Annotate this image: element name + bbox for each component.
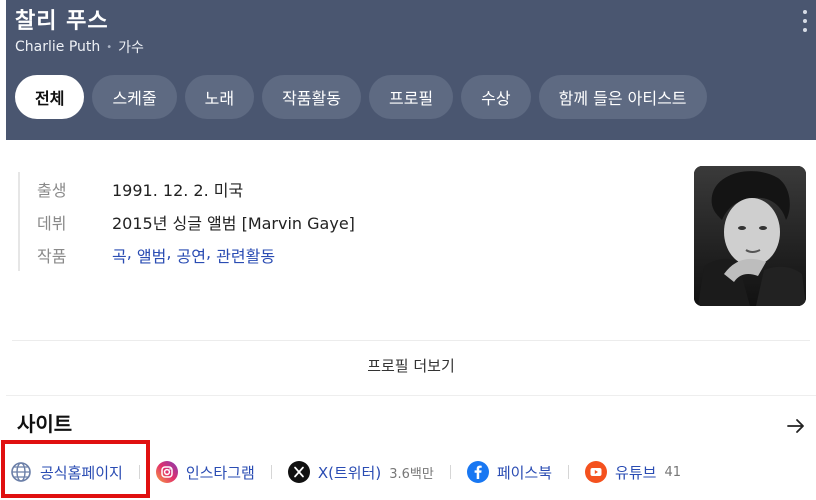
- works-link-activities[interactable]: 관련활동: [216, 243, 275, 267]
- site-x-twitter[interactable]: X(트위터) 3.6백만: [287, 461, 434, 483]
- subscriber-count: 41: [664, 464, 681, 480]
- artist-role: 가수: [118, 40, 144, 56]
- birth-label: 출생: [37, 180, 67, 200]
- birth-value: 1991. 12. 2. 미국: [112, 180, 244, 200]
- follower-count: 3.6백만: [389, 466, 434, 482]
- works-row: 작품 곡, 앨범, 공연, 관련활동: [37, 238, 658, 271]
- site-label: 페이스북: [496, 463, 553, 482]
- x-twitter-icon: [287, 461, 310, 483]
- artist-name: 찰리 푸스: [15, 9, 109, 34]
- artist-header: 찰리 푸스 Charlie Puth • 가수 전체 스케줄 노래 작품활동 프…: [6, 0, 816, 140]
- arrow-right-icon[interactable]: [786, 416, 806, 436]
- more-profile-button[interactable]: 프로필 더보기: [12, 340, 810, 390]
- tab-schedule[interactable]: 스케줄: [92, 75, 177, 119]
- works-links: 곡, 앨범, 공연, 관련활동: [112, 243, 275, 267]
- debut-row: 데뷔 2015년 싱글 앨범 [Marvin Gaye]: [37, 205, 658, 238]
- tab-awards[interactable]: 수상: [461, 75, 531, 119]
- works-link-separator: ,: [166, 242, 177, 262]
- divider: [568, 465, 570, 479]
- tab-related-artists[interactable]: 함께 들은 아티스트: [538, 75, 707, 119]
- sites-section-title: 사이트: [17, 412, 73, 436]
- site-instagram[interactable]: 인스타그램: [155, 461, 255, 483]
- works-link-albums[interactable]: 앨범: [137, 243, 166, 267]
- works-link-separator: ,: [205, 242, 217, 262]
- subtitle-separator: •: [106, 41, 113, 53]
- site-facebook[interactable]: 페이스북: [466, 461, 553, 483]
- tab-all[interactable]: 전체: [15, 75, 85, 119]
- works-link-concerts[interactable]: 공연: [177, 243, 206, 267]
- profile-info: 출생 1991. 12. 2. 미국 데뷔 2015년 싱글 앨범 [Marvi…: [18, 172, 658, 271]
- site-label: 인스타그램: [185, 463, 255, 482]
- birth-row: 출생 1991. 12. 2. 미국: [37, 172, 658, 205]
- debut-value: 2015년 싱글 앨범 [Marvin Gaye]: [112, 213, 355, 233]
- artist-name-en: Charlie Puth: [15, 39, 101, 55]
- profile-card: 출생 1991. 12. 2. 미국 데뷔 2015년 싱글 앨범 [Marvi…: [6, 140, 816, 396]
- site-youtube[interactable]: 유튜브 41: [585, 461, 681, 483]
- site-label: X(트위터): [317, 463, 382, 482]
- category-tabs: 전체 스케줄 노래 작품활동 프로필 수상 함께 들은 아티스트: [15, 75, 707, 119]
- works-link-songs[interactable]: 곡: [112, 243, 127, 267]
- tab-profile[interactable]: 프로필: [368, 75, 454, 119]
- facebook-icon: [466, 461, 489, 483]
- artist-photo-image: [694, 166, 806, 306]
- artist-photo[interactable]: [694, 166, 806, 306]
- instagram-icon: [155, 461, 178, 483]
- debut-label: 데뷔: [37, 213, 67, 233]
- artist-subtitle: Charlie Puth • 가수: [15, 37, 144, 57]
- more-options-icon[interactable]: [802, 10, 808, 32]
- youtube-icon: [585, 461, 608, 483]
- tab-songs[interactable]: 노래: [184, 75, 255, 119]
- tab-works[interactable]: 작품활동: [262, 75, 361, 119]
- divider: [449, 465, 451, 479]
- divider: [270, 465, 272, 479]
- works-label: 작품: [37, 246, 67, 266]
- highlight-box: [1, 440, 150, 498]
- site-label: 유튜브: [615, 463, 657, 482]
- works-link-separator: ,: [126, 242, 137, 262]
